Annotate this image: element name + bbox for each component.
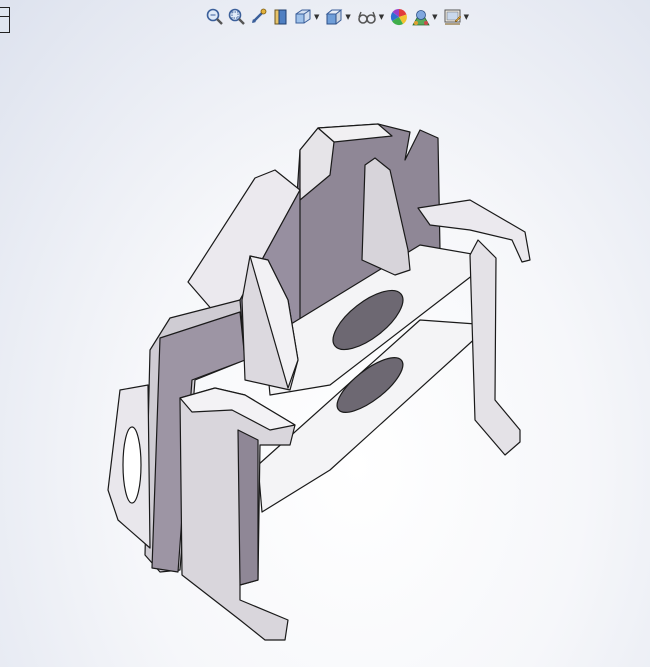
graphics-viewport[interactable]: ▼ ▼ ▼ ▼ ▼ [0,0,650,667]
left-ring-slot [122,426,142,504]
3d-part-model[interactable] [0,0,650,667]
right-upper-leg [469,239,521,456]
front-plate-side [237,429,259,586]
